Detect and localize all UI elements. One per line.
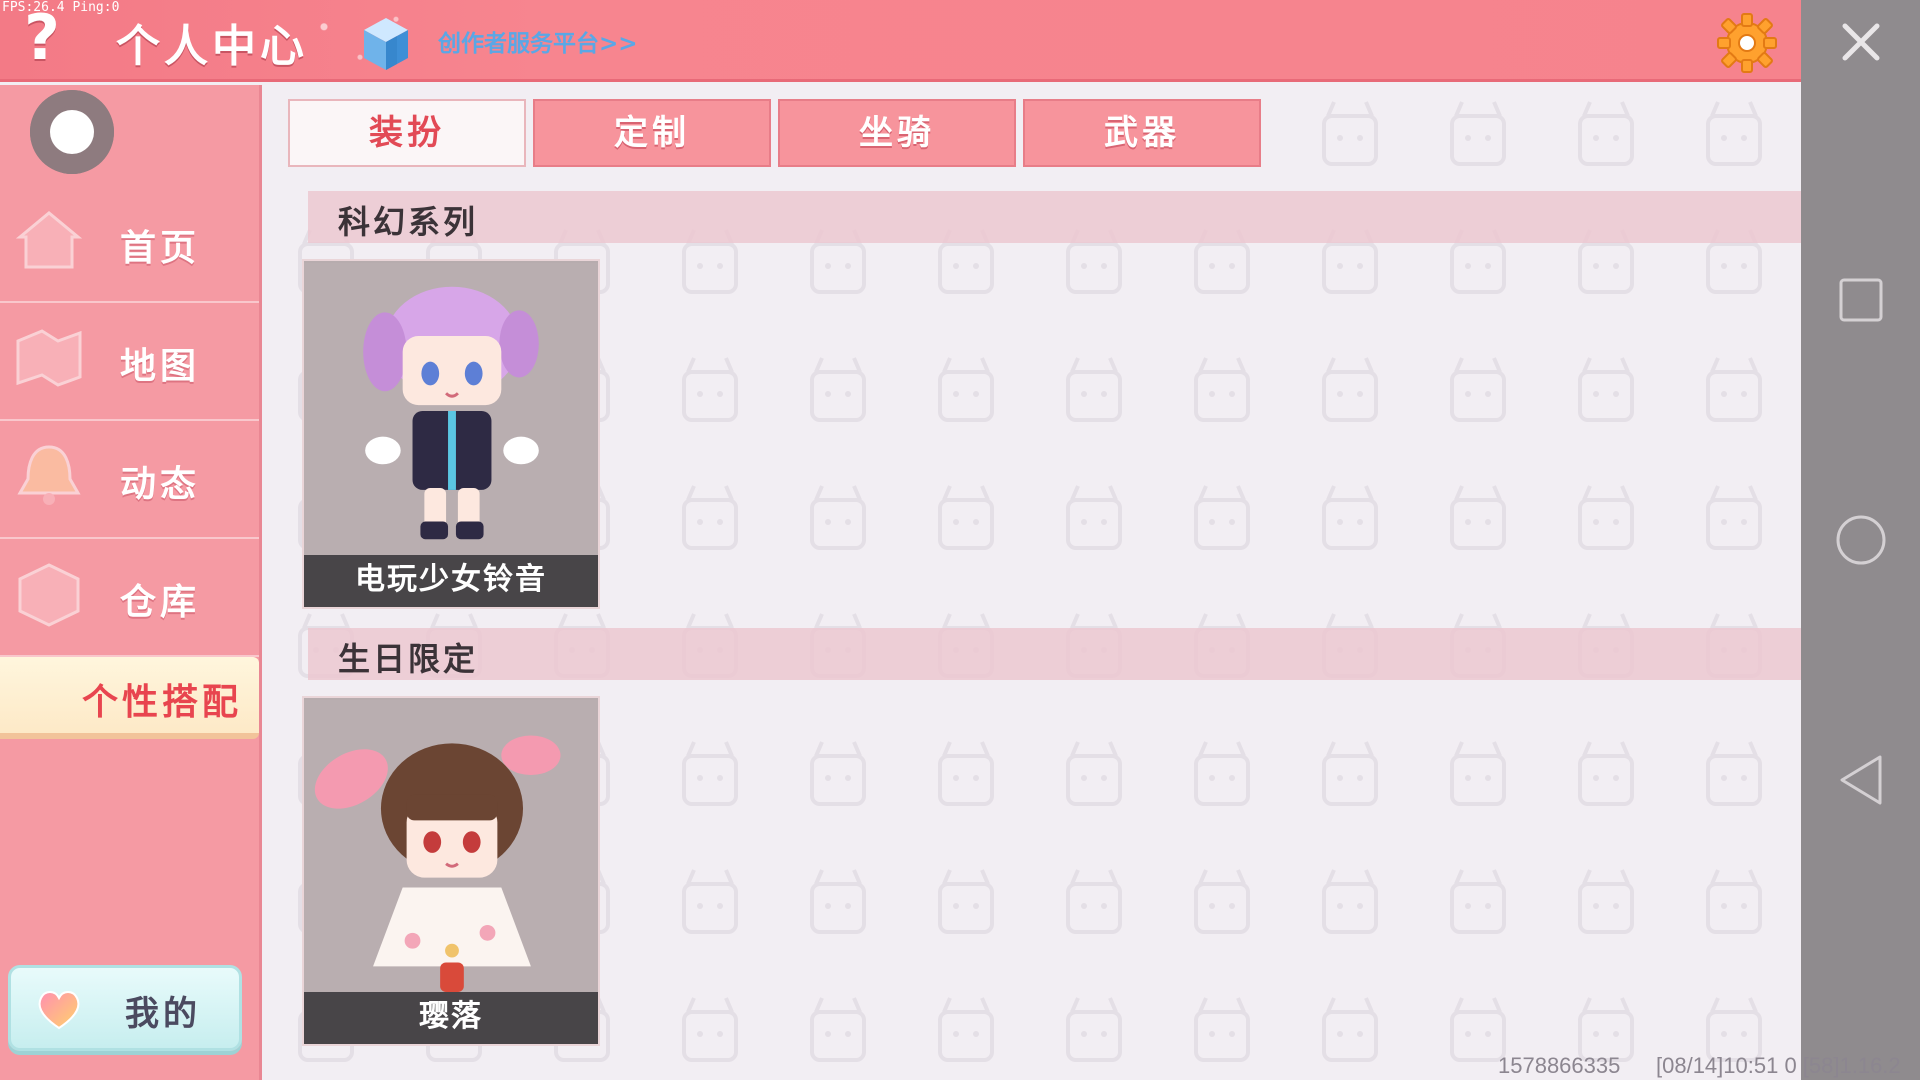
- version-info-text: [08/14]10:51 0 [58]1.16.2: [1656, 1053, 1901, 1078]
- section-header: 科幻系列: [308, 191, 1801, 243]
- sidebar-item-home[interactable]: 首页: [0, 185, 259, 303]
- bell-icon: [17, 445, 81, 505]
- tab-mount[interactable]: 坐骑: [778, 99, 1016, 167]
- home-circle-icon[interactable]: [1801, 510, 1920, 570]
- tab-custom[interactable]: 定制: [533, 99, 771, 167]
- tab-weapon[interactable]: 武器: [1023, 99, 1261, 167]
- tab-dress-up[interactable]: 装扮: [288, 99, 526, 167]
- sidebar-item-label: 动态: [120, 464, 201, 505]
- skin-card[interactable]: 璎落: [302, 696, 600, 1046]
- cube-icon: [364, 18, 408, 70]
- heart-icon: [38, 991, 80, 1030]
- character-portrait: [304, 700, 598, 996]
- section-title: 生日限定: [338, 640, 479, 678]
- recent-apps-icon[interactable]: [1801, 270, 1920, 330]
- sidebar-item-label: 首页: [120, 228, 201, 269]
- back-triangle-icon[interactable]: [1801, 750, 1920, 810]
- creator-platform-link[interactable]: 创作者服务平台>>: [438, 24, 638, 58]
- sidebar: 首页 地图 动态 仓库 个性搭配 我的: [0, 85, 262, 1080]
- section-title: 科幻系列: [338, 203, 479, 241]
- sidebar-item-label: 地图: [120, 346, 201, 387]
- help-icon[interactable]: ?: [18, 6, 66, 70]
- close-icon[interactable]: [1801, 10, 1920, 74]
- card-name: 电玩少女铃音: [304, 555, 598, 607]
- system-nav-bar: [1801, 0, 1920, 1080]
- user-id-text: 1578866335: [1498, 1053, 1621, 1078]
- house-icon: [15, 211, 83, 269]
- character-portrait: [304, 263, 598, 559]
- section-header: 生日限定: [308, 628, 1801, 680]
- sidebar-item-label: 仓库: [120, 582, 201, 623]
- box-icon: [18, 563, 80, 627]
- page-title: 个人中心: [116, 21, 308, 72]
- avatar[interactable]: [30, 90, 114, 174]
- sidebar-item-storage[interactable]: 仓库: [0, 539, 259, 657]
- map-icon: [16, 329, 82, 387]
- card-name: 璎落: [304, 992, 598, 1044]
- gear-icon[interactable]: [1716, 12, 1778, 74]
- mine-button[interactable]: 我的: [8, 965, 242, 1051]
- top-bar: ? 个人中心 创作者服务平台>>: [0, 0, 1801, 82]
- main-content: 装扮 定制 坐骑 武器 科幻系列 电玩少女铃音 生日限定 璎落: [262, 85, 1801, 1080]
- sidebar-item-outfit[interactable]: 个性搭配: [0, 657, 259, 739]
- sidebar-item-label: 个性搭配: [82, 682, 243, 723]
- sidebar-item-feed[interactable]: 动态: [0, 421, 259, 539]
- mine-label: 我的: [125, 994, 201, 1034]
- sidebar-item-map[interactable]: 地图: [0, 303, 259, 421]
- fps-counter: FPS:26.4 Ping:0: [2, 0, 120, 15]
- skin-card[interactable]: 电玩少女铃音: [302, 259, 600, 609]
